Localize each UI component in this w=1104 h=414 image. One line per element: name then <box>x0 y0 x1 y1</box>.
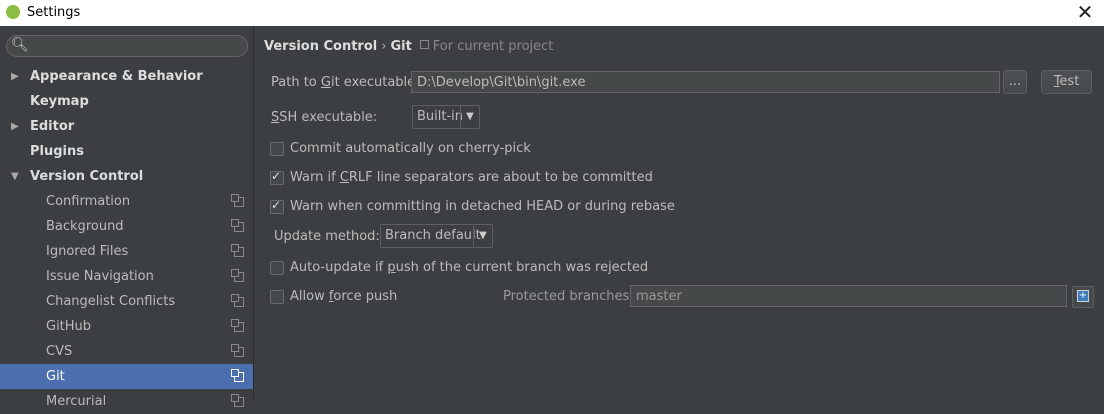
window-title: Settings <box>27 5 81 20</box>
force-push-label: Allow force push <box>290 289 398 304</box>
tree-item-keymap[interactable]: Keymap <box>0 89 253 114</box>
project-level-icon <box>231 244 244 257</box>
chevron-down-icon: ▼ <box>460 106 479 128</box>
search-icon: 🔍︎ <box>11 37 29 53</box>
force-push-checkbox[interactable] <box>270 290 284 304</box>
git-path-label: Path to Git executable: <box>271 75 420 90</box>
warn-crlf-checkbox[interactable] <box>270 169 284 185</box>
android-studio-icon <box>6 5 20 19</box>
project-level-icon <box>231 344 244 357</box>
settings-sidebar: 🔍︎ ▶ Appearance & Behavior Keymap ▶ Editor… <box>0 26 254 409</box>
commit-auto-checkbox[interactable] <box>270 142 284 156</box>
auto-update-checkbox[interactable] <box>270 261 284 275</box>
tree-item-version-control[interactable]: ▼ Version Control <box>0 164 253 189</box>
commit-auto-label: Commit automatically on cherry-pick <box>290 141 531 156</box>
tree-item-ignored-files[interactable]: Ignored Files <box>0 239 253 264</box>
project-level-icon <box>231 394 244 407</box>
warn-detached-label: Warn when committing in detached HEAD or… <box>290 199 675 214</box>
ssh-executable-select[interactable]: Built-in ▼ <box>412 105 480 129</box>
ssh-label: SSH executable: <box>271 110 378 125</box>
auto-update-label: Auto-update if push of the current branc… <box>290 260 649 275</box>
expand-arrow-icon[interactable]: ▶ <box>11 64 19 89</box>
git-path-input[interactable]: D:\Develop\Git\bin\git.exe <box>411 71 1000 93</box>
close-icon[interactable]: ✕ <box>1072 1 1098 25</box>
test-button[interactable]: Test <box>1041 70 1092 94</box>
project-level-icon <box>231 219 244 232</box>
search-input[interactable]: 🔍︎ <box>6 35 248 57</box>
tree-item-mercurial[interactable]: Mercurial <box>0 389 253 414</box>
warn-detached-checkbox[interactable] <box>270 198 284 214</box>
breadcrumb: Version Control › Git For current project <box>264 39 554 54</box>
project-level-icon <box>231 319 244 332</box>
chevron-down-icon: ▼ <box>473 225 492 247</box>
project-level-icon <box>419 40 429 49</box>
tree-item-issue-navigation[interactable]: Issue Navigation <box>0 264 253 289</box>
protected-branches-input[interactable]: master <box>630 285 1067 307</box>
project-level-icon <box>231 269 244 282</box>
protected-branches-label: Protected branches: <box>503 289 634 304</box>
tree-item-git[interactable]: Git <box>0 364 253 389</box>
expand-arrow-icon[interactable]: ▶ <box>11 114 19 139</box>
project-level-icon <box>231 194 244 207</box>
tree-item-github[interactable]: GitHub <box>0 314 253 339</box>
add-icon: + <box>1077 290 1089 302</box>
browse-button[interactable]: ... <box>1003 70 1027 94</box>
tree-item-changelist-conflicts[interactable]: Changelist Conflicts <box>0 289 253 314</box>
project-level-icon <box>231 294 244 307</box>
project-level-icon <box>231 369 244 382</box>
tree-item-appearance-behavior[interactable]: ▶ Appearance & Behavior <box>0 64 253 89</box>
warn-crlf-label: Warn if CRLF line separators are about t… <box>290 170 653 185</box>
title-bar: Settings ✕ <box>0 0 1104 26</box>
tree-item-confirmation[interactable]: Confirmation <box>0 189 253 214</box>
settings-tree: ▶ Appearance & Behavior Keymap ▶ Editor Pl… <box>0 64 253 414</box>
add-branch-button[interactable]: + <box>1072 286 1094 308</box>
update-method-select[interactable]: Branch default ▼ <box>380 224 493 248</box>
update-method-label: Update method: <box>274 229 380 244</box>
tree-item-editor[interactable]: ▶ Editor <box>0 114 253 139</box>
collapse-arrow-icon[interactable]: ▼ <box>11 164 19 189</box>
tree-item-cvs[interactable]: CVS <box>0 339 253 364</box>
tree-item-background[interactable]: Background <box>0 214 253 239</box>
settings-content: Version Control › Git For current project P… <box>254 26 1104 400</box>
tree-item-plugins[interactable]: Plugins <box>0 139 253 164</box>
